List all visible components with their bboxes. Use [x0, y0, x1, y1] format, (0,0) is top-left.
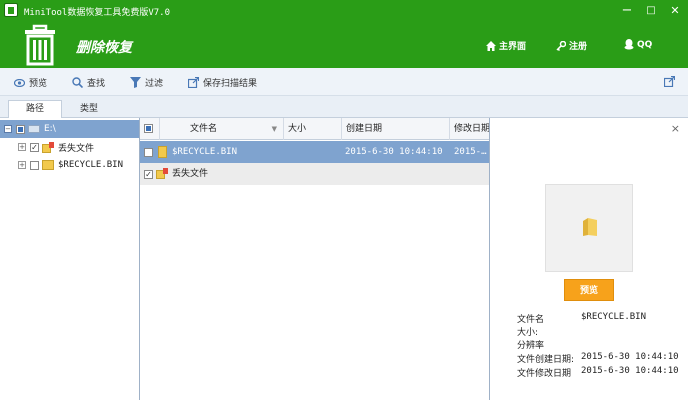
- tree-item-lost-files[interactable]: + ✓ 丢失文件: [0, 138, 139, 156]
- table-row[interactable]: ✓ 丢失文件: [140, 163, 489, 185]
- prop-filename-value: $RECYCLE.BIN: [581, 312, 647, 322]
- filter-tool-label: 过滤: [145, 79, 164, 89]
- close-button[interactable]: ✕: [664, 2, 686, 20]
- title-bar: MiniTool数据恢复工具免费版V7.0 − □ ✕: [0, 0, 688, 22]
- nav-qq-label: QQ: [637, 39, 653, 50]
- preview-button[interactable]: 预览: [564, 279, 614, 301]
- prop-created-label: 文件创建日期:: [517, 355, 575, 365]
- prop-created-value: 2015-6-30 10:44:10: [581, 352, 679, 362]
- file-list-header: 文件名 ▼ 大小 创建日期 修改日期: [140, 118, 489, 140]
- lost-files-icon: [42, 141, 54, 153]
- tab-type[interactable]: 类型: [62, 101, 116, 118]
- row-created: [345, 163, 449, 185]
- nav-home-label: 主界面: [499, 42, 527, 52]
- row-size: [288, 163, 342, 185]
- row-size: [288, 141, 342, 163]
- col-created[interactable]: 创建日期: [342, 118, 450, 140]
- tree-lost-files-checkbox[interactable]: ✓: [30, 142, 39, 152]
- prop-filename-label: 文件名: [517, 315, 545, 325]
- folder-icon: [583, 218, 597, 236]
- save-scan-label: 保存扫描结果: [203, 79, 258, 89]
- row-checkbox[interactable]: [144, 148, 153, 157]
- tree-item-recycle-bin[interactable]: + $RECYCLE.BIN: [0, 156, 139, 174]
- row-filename: $RECYCLE.BIN: [172, 147, 238, 157]
- folder-tree: − E:\ + ✓ 丢失文件 + $RECYCLE.BIN: [0, 118, 140, 400]
- window-title: MiniTool数据恢复工具免费版V7.0: [24, 8, 171, 18]
- nav-home[interactable]: 主界面: [486, 39, 526, 52]
- collapse-icon[interactable]: −: [4, 125, 12, 133]
- save-scan-button[interactable]: 保存扫描结果: [188, 76, 257, 89]
- lost-files-icon: [156, 168, 168, 179]
- qq-icon: [624, 39, 634, 50]
- minimize-button[interactable]: −: [616, 2, 638, 20]
- row-created: 2015-6-30 10:44:10: [345, 147, 443, 157]
- expand-icon[interactable]: +: [18, 143, 26, 151]
- share-button[interactable]: [664, 76, 675, 87]
- row-checkbox[interactable]: ✓: [144, 170, 153, 179]
- row-filename: 丢失文件: [172, 169, 209, 179]
- preview-tool-button[interactable]: 预览: [14, 76, 47, 89]
- file-list: 文件名 ▼ 大小 创建日期 修改日期 $RECYCLE.BIN 2015-6-3…: [140, 118, 490, 400]
- prop-modified-label: 文件修改日期: [517, 369, 572, 379]
- col-modified[interactable]: 修改日期: [450, 118, 489, 140]
- select-all-checkbox[interactable]: [144, 124, 153, 133]
- nav-register-label: 注册: [569, 42, 588, 52]
- trash-icon: [25, 24, 55, 66]
- tree-root-label: E:\: [44, 124, 56, 134]
- row-modified: 2015-…: [454, 147, 487, 157]
- tree-root-checkbox[interactable]: [16, 124, 25, 134]
- drive-icon: [28, 125, 40, 133]
- tree-recycle-bin-label: $RECYCLE.BIN: [58, 160, 124, 170]
- toolbar: 预览 查找 过滤 保存扫描结果: [0, 68, 688, 96]
- tree-item-root[interactable]: − E:\: [0, 120, 139, 138]
- preview-panel: × 预览 文件名 $RECYCLE.BIN 大小: 分辨率 文件创建日期: 20…: [491, 118, 688, 400]
- maximize-button[interactable]: □: [640, 2, 662, 20]
- app-icon: [4, 3, 18, 17]
- preview-tool-label: 预览: [29, 79, 48, 89]
- prop-resolution-label: 分辨率: [517, 341, 545, 351]
- tree-recycle-bin-checkbox[interactable]: [30, 160, 39, 170]
- col-filename-label: 文件名: [190, 124, 218, 134]
- row-modified: [454, 163, 489, 185]
- col-size[interactable]: 大小: [284, 118, 342, 140]
- prop-modified-value: 2015-6-30 10:44:10: [581, 366, 679, 376]
- view-tabs: 路径 类型: [0, 96, 688, 118]
- select-all-cell[interactable]: [140, 118, 160, 140]
- col-filename[interactable]: 文件名 ▼: [160, 118, 284, 140]
- search-tool-button[interactable]: 查找: [72, 76, 105, 89]
- nav-qq[interactable]: QQ: [624, 39, 652, 50]
- prop-size-label: 大小:: [517, 328, 539, 338]
- tab-path[interactable]: 路径: [8, 100, 62, 118]
- close-preview-icon[interactable]: ×: [671, 122, 680, 135]
- filter-icon: [130, 77, 141, 88]
- search-icon: [72, 77, 83, 88]
- folder-icon: [158, 146, 167, 158]
- folder-icon: [42, 160, 54, 170]
- page-title: 删除恢复: [76, 40, 132, 56]
- key-icon: [556, 40, 566, 51]
- table-row[interactable]: $RECYCLE.BIN 2015-6-30 10:44:10 2015-…: [140, 141, 489, 163]
- preview-thumbnail: [545, 184, 633, 272]
- app-header: 删除恢复 主界面 注册 QQ: [0, 22, 688, 68]
- eye-icon: [14, 78, 25, 87]
- expand-icon[interactable]: +: [18, 161, 26, 169]
- tree-lost-files-label: 丢失文件: [58, 143, 95, 154]
- share-icon: [664, 76, 675, 87]
- sort-down-icon: ▼: [271, 125, 277, 133]
- search-tool-label: 查找: [87, 79, 106, 89]
- nav-register[interactable]: 注册: [556, 39, 587, 52]
- filter-tool-button[interactable]: 过滤: [130, 76, 163, 89]
- export-icon: [188, 77, 199, 88]
- home-icon: [486, 40, 496, 51]
